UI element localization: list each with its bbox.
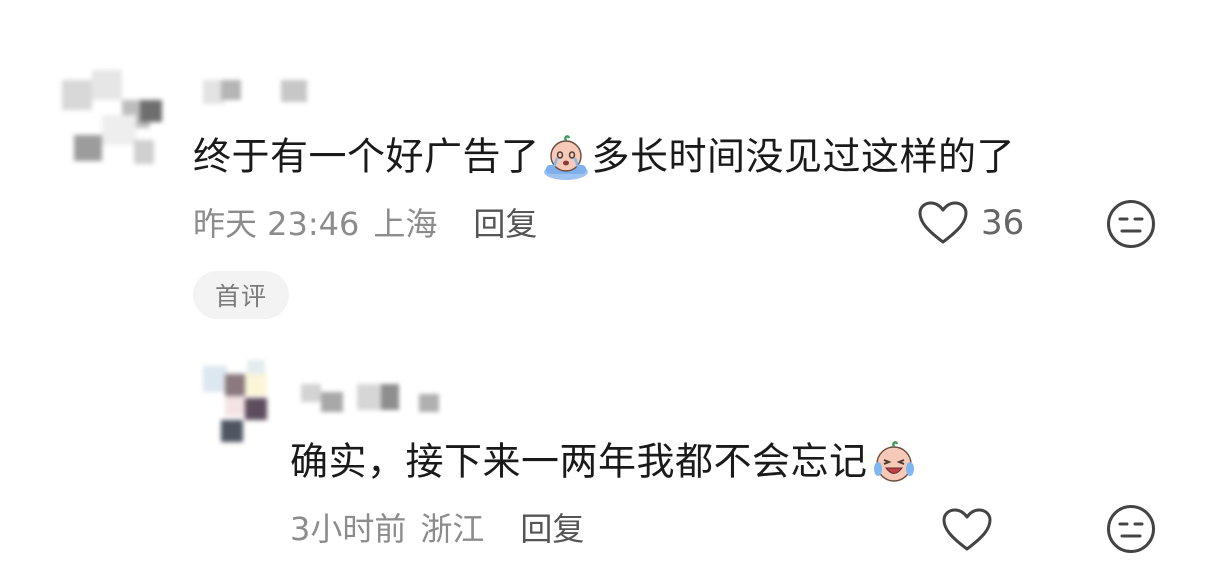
- comment-2-text: 确实，接下来一两年我都不会忘记: [290, 436, 920, 487]
- commenter-1-name[interactable]: [195, 72, 325, 112]
- comment-1-like-button[interactable]: 36: [917, 198, 1024, 248]
- comment-2-meta: 3小时前 浙江 回复: [290, 505, 584, 549]
- crying-baby-emoji-icon: [543, 134, 588, 180]
- comment-1-location: 上海: [373, 205, 438, 243]
- comment-1-text-part1: 终于有一个好广告了: [193, 134, 540, 179]
- comment-2-reply-button[interactable]: 回复: [520, 504, 584, 550]
- comment-2-text-part1: 确实，接下来一两年我都不会忘记: [290, 439, 868, 484]
- commenter-1-avatar[interactable]: [52, 60, 162, 170]
- first-comment-badge: 首评: [193, 271, 289, 319]
- comment-1-meta: 昨天 23:46 上海 回复: [193, 200, 537, 244]
- neutral-face-icon: [1107, 200, 1155, 248]
- comment-2-like-button[interactable]: [941, 505, 993, 555]
- comment-1-like-count: 36: [981, 203, 1025, 243]
- neutral-face-icon: [1107, 505, 1155, 553]
- comment-2-time: 3小时前: [290, 510, 407, 548]
- comment-1-text: 终于有一个好广告了 多长时间没见过这样的了: [193, 131, 1015, 182]
- comment-2-dislike-button[interactable]: [1105, 503, 1157, 555]
- comment-1-text-part2: 多长时间没见过这样的了: [591, 134, 1016, 179]
- comment-2-location: 浙江: [420, 510, 485, 548]
- heart-outline-icon: [942, 508, 992, 551]
- commenter-2-avatar[interactable]: [203, 356, 283, 446]
- comment-1-reply-button[interactable]: 回复: [473, 199, 537, 245]
- comment-1-dislike-button[interactable]: [1105, 198, 1157, 250]
- heart-outline-icon: [918, 201, 968, 244]
- laughing-tears-baby-emoji-icon: [873, 440, 914, 482]
- commenter-2-name[interactable]: [297, 378, 467, 418]
- comment-1-time: 昨天 23:46: [193, 205, 360, 243]
